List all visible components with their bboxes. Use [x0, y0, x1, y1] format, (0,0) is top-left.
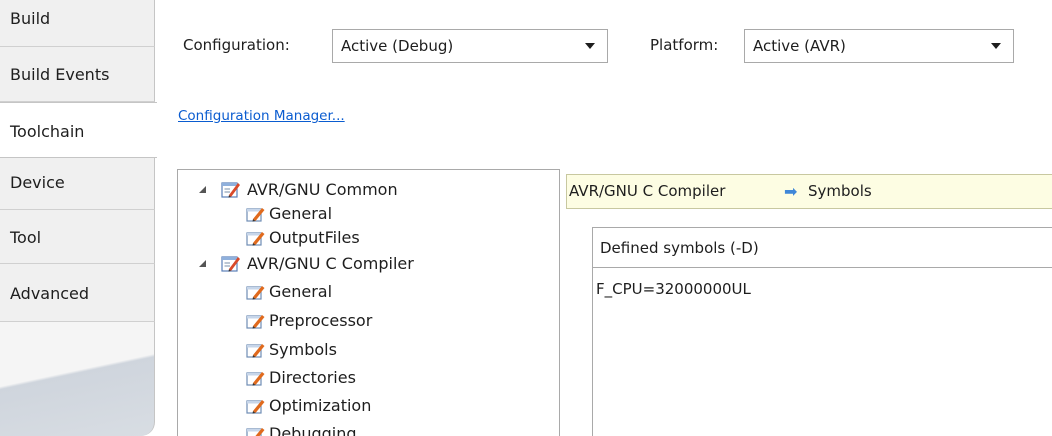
tree-node-avr-gnu-common[interactable]: AVR/GNU Common: [178, 176, 558, 202]
property-page-icon: [246, 208, 265, 222]
property-page-icon: [246, 232, 265, 246]
tab-build-label: Build: [10, 9, 51, 28]
tree-node-label: General: [269, 282, 333, 301]
tree-node-label: OutputFiles: [269, 228, 360, 247]
property-page-icon: [246, 286, 265, 300]
tab-strip-filler: [0, 322, 155, 436]
expand-collapse-icon[interactable]: [199, 260, 206, 267]
property-page-icon: [221, 182, 240, 198]
property-page-icon: [246, 315, 265, 329]
tab-advanced-label: Advanced: [10, 284, 90, 303]
tree-node-optimization[interactable]: Optimization: [178, 392, 558, 418]
tree-node-label: AVR/GNU Common: [247, 180, 398, 199]
breadcrumb-parent: AVR/GNU C Compiler: [569, 182, 726, 200]
breadcrumb-arrow-icon: ➡: [784, 182, 798, 201]
expand-collapse-icon[interactable]: [199, 186, 206, 193]
configuration-select[interactable]: Active (Debug): [332, 29, 608, 63]
dropdown-arrow-icon[interactable]: [991, 43, 1001, 49]
tree-node-directories[interactable]: Directories: [178, 364, 558, 390]
property-page-icon: [246, 400, 265, 414]
property-page-icon: [221, 256, 240, 272]
tree-node-label: Optimization: [269, 396, 372, 415]
tab-tool[interactable]: Tool: [0, 210, 155, 264]
breadcrumb: AVR/GNU C Compiler ➡ Symbols: [566, 174, 1052, 209]
tree-node-label: Preprocessor: [269, 311, 373, 330]
tab-build-events[interactable]: Build Events: [0, 47, 155, 102]
tree-node-label: General: [269, 204, 333, 223]
tree-node-label: Symbols: [269, 340, 337, 359]
tab-tool-label: Tool: [10, 228, 42, 247]
tree-node-outputfiles[interactable]: OutputFiles: [178, 224, 558, 250]
tree-node-debugging[interactable]: Debugging: [178, 420, 558, 436]
tab-device-label: Device: [10, 173, 65, 192]
tree-node-avr-gnu-c-compiler[interactable]: AVR/GNU C Compiler: [178, 250, 558, 276]
property-page-icon: [246, 344, 265, 358]
defined-symbols-list[interactable]: Defined symbols (-D) F_CPU=32000000UL: [592, 227, 1052, 436]
configuration-select-value: Active (Debug): [341, 37, 454, 55]
property-tree[interactable]: AVR/GNU Common General OutputFiles AVR/G…: [177, 169, 560, 436]
project-tabs: Build Build Events Toolchain Device Tool…: [0, 0, 157, 436]
tab-toolchain-label: Toolchain: [10, 122, 85, 141]
configuration-manager-link[interactable]: Configuration Manager...: [178, 108, 345, 124]
defined-symbols-header-label: Defined symbols (-D): [600, 239, 759, 257]
defined-symbols-header: Defined symbols (-D): [593, 228, 1052, 268]
property-page-icon: [246, 428, 265, 436]
platform-select-value: Active (AVR): [753, 37, 846, 55]
platform-select[interactable]: Active (AVR): [744, 29, 1014, 63]
dropdown-arrow-icon[interactable]: [585, 43, 595, 49]
property-page-icon: [246, 372, 265, 386]
tab-advanced[interactable]: Advanced: [0, 264, 155, 322]
tree-node-label: Directories: [269, 368, 356, 387]
tree-node-preprocessor[interactable]: Preprocessor: [178, 307, 558, 333]
configuration-label: Configuration:: [183, 36, 290, 54]
platform-label: Platform:: [650, 36, 719, 54]
tree-node-label: Debugging: [269, 424, 357, 436]
tab-device[interactable]: Device: [0, 158, 155, 210]
tab-build-events-label: Build Events: [10, 65, 110, 84]
tree-node-label: AVR/GNU C Compiler: [247, 254, 414, 273]
tab-toolchain[interactable]: Toolchain: [0, 102, 157, 158]
list-item[interactable]: F_CPU=32000000UL: [596, 280, 751, 298]
tree-node-compiler-general[interactable]: General: [178, 278, 558, 304]
tree-node-common-general[interactable]: General: [178, 200, 558, 226]
tree-node-symbols[interactable]: Symbols: [178, 336, 558, 362]
tab-build[interactable]: Build: [0, 0, 155, 47]
breadcrumb-current: Symbols: [808, 182, 872, 200]
